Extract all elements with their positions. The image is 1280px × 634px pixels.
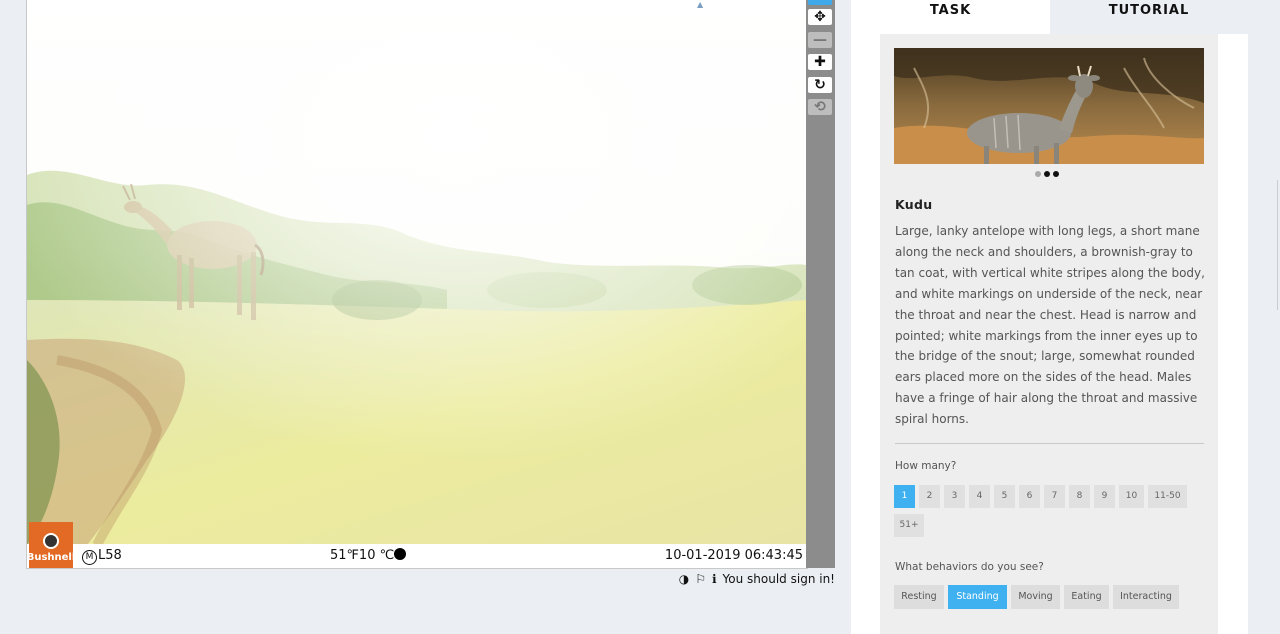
plus-icon: ✚ bbox=[814, 54, 826, 70]
behavior-eating[interactable]: Eating bbox=[1064, 585, 1109, 609]
count-option-2[interactable]: 2 bbox=[919, 485, 940, 508]
flag-icon[interactable]: ⚐ bbox=[695, 572, 706, 586]
panel-gutter-left bbox=[851, 34, 880, 634]
behavior-interacting[interactable]: Interacting bbox=[1113, 585, 1179, 609]
tab-tutorial[interactable]: TUTORIAL bbox=[1050, 0, 1248, 35]
camera-timestamp: 10-01-2019 06:43:45 bbox=[664, 548, 803, 563]
panel-gutter-right bbox=[1218, 34, 1248, 634]
species-detail-panel: Kudu Large, lanky antelope with long leg… bbox=[880, 34, 1218, 634]
count-option-3[interactable]: 3 bbox=[944, 485, 965, 508]
carousel-dot-3[interactable] bbox=[1053, 171, 1059, 177]
camera-model: M L58 bbox=[82, 548, 122, 565]
rotate-tool[interactable]: ↻ bbox=[808, 77, 832, 93]
count-option-51-plus[interactable]: 51+ bbox=[894, 514, 924, 537]
model-prefix: M bbox=[82, 550, 97, 565]
count-option-7[interactable]: 7 bbox=[1044, 485, 1065, 508]
moon-phase-icon bbox=[394, 548, 407, 560]
pointer-tool[interactable] bbox=[808, 0, 832, 5]
task-tabs: TASK TUTORIAL bbox=[851, 0, 1248, 35]
camera-brand-logo: Bushnell bbox=[26, 522, 76, 568]
zoom-out-tool[interactable]: — bbox=[808, 32, 832, 48]
photo-carousel-dots bbox=[1035, 171, 1059, 177]
minimap-indicator: ▲ bbox=[697, 0, 719, 9]
reset-tool[interactable]: ⟲ bbox=[808, 99, 832, 115]
zoom-in-tool[interactable]: ✚ bbox=[808, 54, 832, 70]
count-option-8[interactable]: 8 bbox=[1069, 485, 1090, 508]
move-icon: ✥ bbox=[814, 9, 826, 25]
kudu-photo bbox=[894, 48, 1204, 164]
behavior-resting[interactable]: Resting bbox=[894, 585, 944, 609]
rotate-icon: ↻ bbox=[814, 77, 826, 93]
count-option-9[interactable]: 9 bbox=[1094, 485, 1115, 508]
camera-info-strip: Bushnell M L58 51℉10 ℃ 10-01-2019 06:43:4… bbox=[27, 522, 807, 568]
brand-logo-icon bbox=[43, 533, 59, 549]
temp-fahrenheit: 51℉ bbox=[330, 548, 359, 563]
tab-task[interactable]: TASK bbox=[851, 0, 1050, 34]
minus-icon: — bbox=[813, 32, 827, 48]
count-option-10[interactable]: 10 bbox=[1119, 485, 1144, 508]
trail-camera-photo bbox=[27, 0, 807, 545]
count-option-1[interactable]: 1 bbox=[894, 485, 915, 508]
image-toolbar: ✥ — ✚ ↻ ⟲ bbox=[806, 0, 835, 568]
temp-celsius: 10 ℃ bbox=[358, 548, 395, 563]
section-divider bbox=[895, 443, 1204, 444]
subject-footer: ◑ ⚐ ℹ You should sign in! bbox=[679, 572, 835, 586]
species-description: Large, lanky antelope with long legs, a … bbox=[895, 224, 1205, 427]
count-option-5[interactable]: 5 bbox=[994, 485, 1015, 508]
subject-image-viewer[interactable]: ▲ Bushnell ML58 51℉10 ℃ 10-01-2019 06:43… bbox=[26, 0, 808, 569]
carousel-dot-1[interactable] bbox=[1035, 171, 1041, 177]
camera-temperature: 51℉10 ℃ bbox=[330, 548, 407, 563]
species-photo[interactable] bbox=[894, 48, 1204, 164]
carousel-dot-2[interactable] bbox=[1044, 171, 1050, 177]
count-option-11-50[interactable]: 11-50 bbox=[1148, 485, 1187, 508]
model-number: L58 bbox=[98, 548, 122, 563]
info-icon[interactable]: ℹ bbox=[712, 572, 717, 586]
brand-name: Bushnell bbox=[26, 552, 76, 563]
behavior-moving[interactable]: Moving bbox=[1011, 585, 1060, 609]
sign-in-prompt[interactable]: You should sign in! bbox=[723, 572, 835, 586]
invert-icon[interactable]: ◑ bbox=[679, 572, 689, 586]
behavior-standing[interactable]: Standing bbox=[948, 585, 1007, 609]
reset-icon: ⟲ bbox=[814, 99, 826, 115]
count-option-4[interactable]: 4 bbox=[969, 485, 990, 508]
behaviors-label: What behaviors do you see? bbox=[895, 561, 1044, 573]
how-many-label: How many? bbox=[895, 460, 957, 472]
count-option-6[interactable]: 6 bbox=[1019, 485, 1040, 508]
species-name: Kudu bbox=[895, 197, 933, 212]
pan-tool[interactable]: ✥ bbox=[808, 9, 832, 25]
